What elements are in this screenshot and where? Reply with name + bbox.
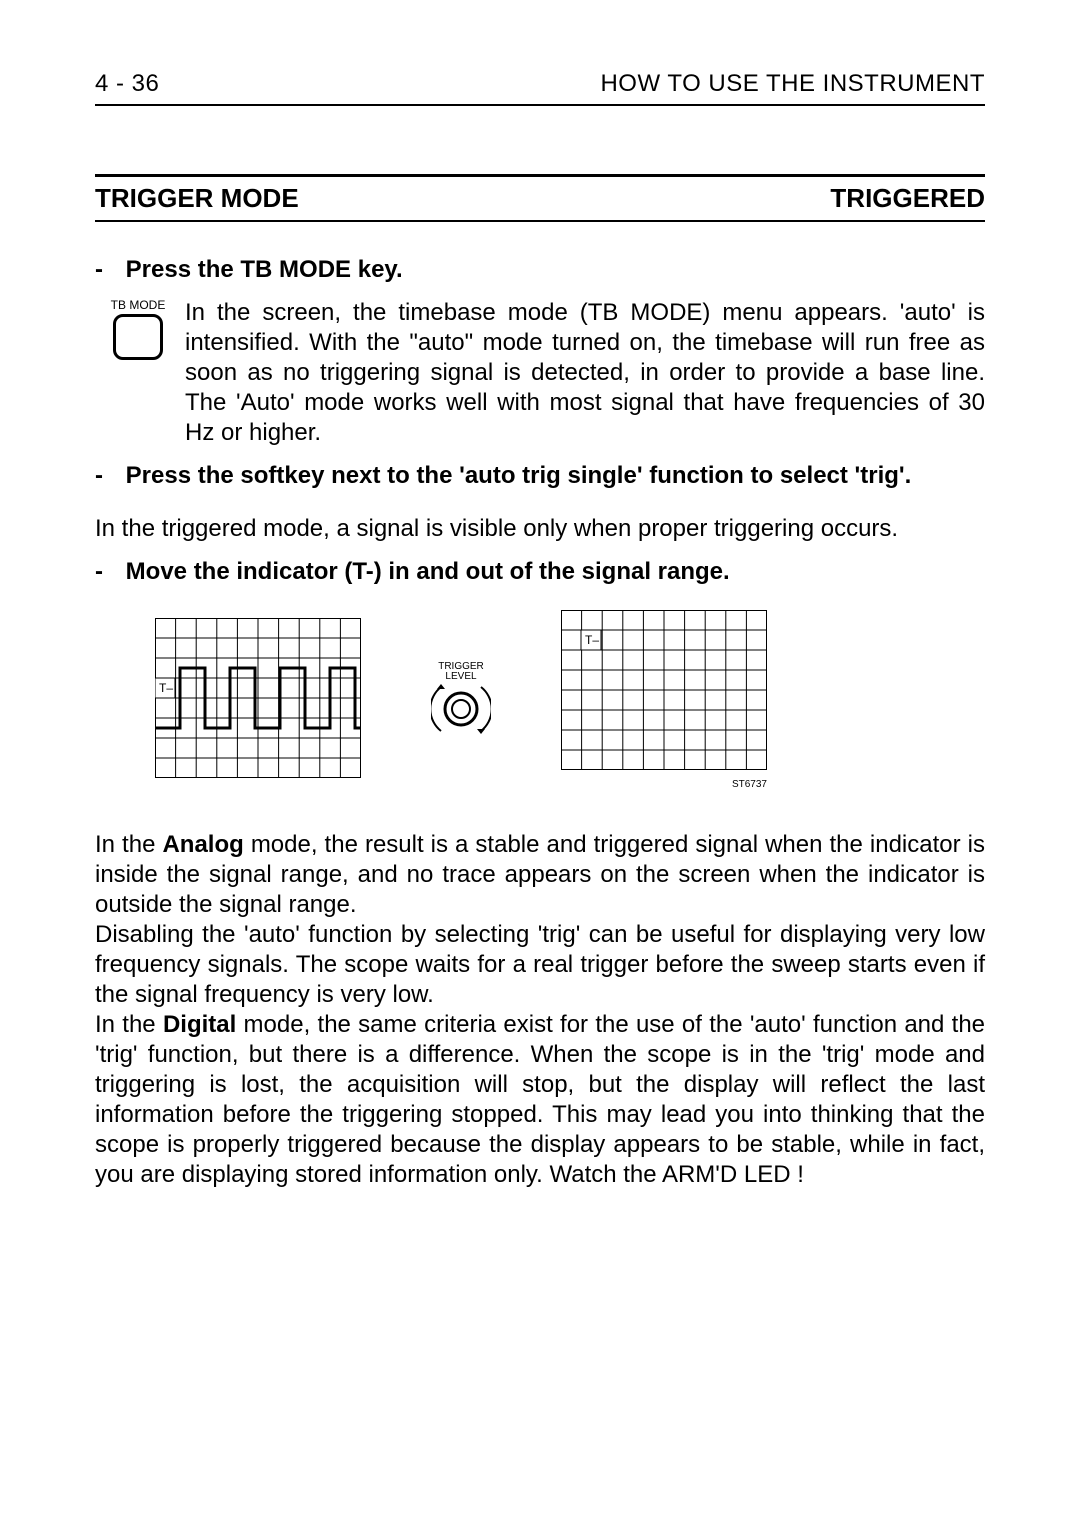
- key-icon: [113, 314, 163, 360]
- step-2-heading: - Press the softkey next to the 'auto tr…: [95, 462, 985, 490]
- page-header: 4 - 36 HOW TO USE THE INSTRUMENT: [95, 70, 985, 106]
- section-header: TRIGGER MODE TRIGGERED: [95, 174, 985, 222]
- chapter-title: HOW TO USE THE INSTRUMENT: [600, 70, 985, 98]
- step-2-body: In the triggered mode, a signal is visib…: [95, 514, 985, 544]
- figure-id: ST6737: [561, 779, 767, 790]
- bullet-dash: -: [95, 462, 119, 490]
- section-title-left: TRIGGER MODE: [95, 183, 299, 214]
- bullet-dash: -: [95, 256, 119, 284]
- step-3-heading: - Move the indicator (T-) in and out of …: [95, 558, 985, 586]
- scope-left: T–: [155, 618, 361, 783]
- step-1-label: Press the TB MODE key.: [126, 256, 403, 283]
- step-1-body: In the screen, the timebase mode (TB MOD…: [185, 298, 985, 448]
- step-2-label: Press the softkey next to the 'auto trig…: [126, 462, 912, 489]
- step-3-label: Move the indicator (T-) in and out of th…: [126, 558, 730, 585]
- p2: Disabling the 'auto' function by selecti…: [95, 921, 985, 1008]
- tb-mode-caption: TB MODE: [95, 298, 181, 312]
- bullet-dash: -: [95, 558, 119, 586]
- step-1-heading: - Press the TB MODE key.: [95, 256, 985, 284]
- p1-bold-analog: Analog: [162, 831, 243, 858]
- scope-right: T–: [561, 610, 767, 775]
- knob-icon: [431, 682, 491, 736]
- p3-bold-digital: Digital: [163, 1011, 236, 1038]
- scope-right-wrap: T– ST6737: [561, 610, 767, 790]
- knob-label-2: LEVEL: [431, 672, 491, 682]
- p1-a: In the: [95, 831, 162, 858]
- trigger-level-knob: TRIGGER LEVEL: [431, 662, 491, 739]
- section-title-right: TRIGGERED: [830, 183, 985, 214]
- diagram-row: T– TRIGGER LEVEL: [95, 610, 985, 790]
- body-paragraphs: In the Analog mode, the result is a stab…: [95, 830, 985, 1190]
- t-marker-right: T–: [585, 633, 599, 647]
- tb-mode-key-icon: TB MODE: [95, 298, 181, 360]
- knob-label-1: TRIGGER: [431, 662, 491, 672]
- page-number: 4 - 36: [95, 70, 159, 98]
- p3-a: In the: [95, 1011, 163, 1038]
- t-marker-left: T–: [159, 681, 173, 695]
